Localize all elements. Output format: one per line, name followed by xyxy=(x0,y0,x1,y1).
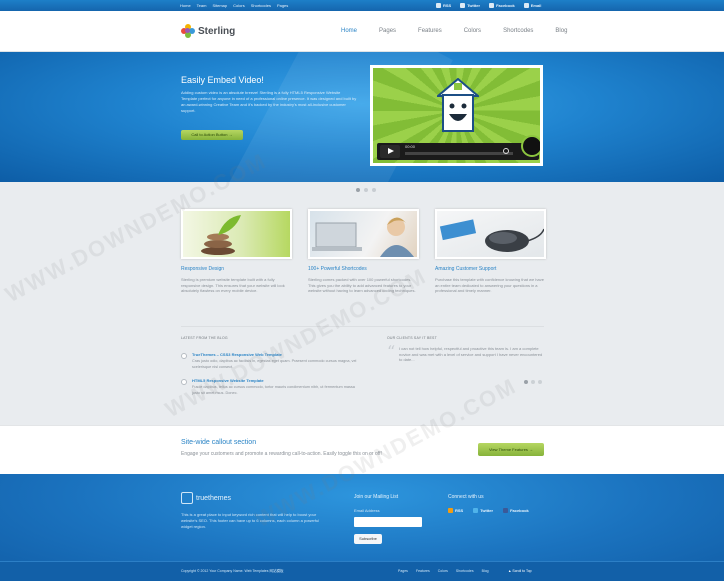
top-link-team[interactable]: Team xyxy=(197,3,207,8)
view-features-button[interactable]: View Theme Features → xyxy=(478,443,544,456)
feature-image-laptop[interactable] xyxy=(308,209,419,259)
top-facebook-link[interactable]: Facebook xyxy=(489,3,515,8)
slider-dot[interactable] xyxy=(372,188,376,192)
hero-body: Adding custom video is an absolute breez… xyxy=(181,90,357,113)
footer-nav-blog[interactable]: Blog xyxy=(482,569,489,573)
logo-text: Sterling xyxy=(198,25,236,37)
top-link-pages[interactable]: Pages xyxy=(277,3,288,8)
nav-shortcodes[interactable]: Shortcodes xyxy=(503,28,533,34)
post-bullet-icon xyxy=(181,379,187,385)
email-label: Email Address xyxy=(354,508,380,513)
testimonials-title: OUR CLIENTS SAY IT BEST xyxy=(387,336,437,340)
facebook-icon xyxy=(503,508,509,513)
top-link-colors[interactable]: Colors xyxy=(233,3,245,8)
nav-colors[interactable]: Colors xyxy=(464,28,481,34)
hero-title: Easily Embed Video! xyxy=(181,75,264,85)
footer-nav-pages[interactable]: Pages xyxy=(398,569,408,573)
testimonial-dot[interactable] xyxy=(538,380,542,384)
nav-blog[interactable]: Blog xyxy=(555,28,567,34)
footer-nav-colors[interactable]: Colors xyxy=(438,569,448,573)
testimonial-dot[interactable] xyxy=(531,380,535,384)
footer-nav: Pages Features Colors Shortcodes Blog xyxy=(398,569,489,573)
video-player[interactable]: 00:00 xyxy=(370,65,543,166)
email-input[interactable] xyxy=(354,517,422,527)
play-icon[interactable] xyxy=(380,145,400,158)
top-link-sitemap[interactable]: Sitemap xyxy=(212,3,227,8)
top-social: RSS Twitter Facebook Email xyxy=(436,3,541,8)
video-progress-track[interactable] xyxy=(405,152,513,155)
subscribe-button[interactable]: Subscribe xyxy=(354,534,382,544)
top-bar: Home Team Sitemap Colors Shortcodes Page… xyxy=(0,0,724,11)
hero-slider: Easily Embed Video! Adding custom video … xyxy=(0,52,724,182)
site-logo[interactable]: Sterling xyxy=(181,24,235,38)
twitter-icon xyxy=(473,508,479,513)
footer-facebook-link[interactable]: Facebook xyxy=(503,508,529,513)
quote-icon: “ xyxy=(387,342,396,361)
footer-rss-link[interactable]: RSS xyxy=(448,508,463,513)
feature-image-mouse[interactable] xyxy=(435,209,546,259)
footer-nav-shortcodes[interactable]: Shortcodes xyxy=(456,569,474,573)
footer-logo[interactable]: truethemes xyxy=(181,492,231,504)
copyright-text: Copyright © 2012 Your Company Name. Web … xyxy=(181,569,284,573)
slider-dot[interactable] xyxy=(356,188,360,192)
feature-support: Amazing Customer Support Purchase this t… xyxy=(435,209,546,294)
hero-cta-button[interactable]: Call to Action Button → xyxy=(181,130,243,140)
twitter-icon xyxy=(460,3,466,8)
feature-title[interactable]: Responsive Design xyxy=(181,266,292,272)
vimeo-logo-icon[interactable] xyxy=(521,135,540,157)
site-header: Sterling Home Pages Features Colors Shor… xyxy=(0,11,724,52)
video-time: 00:00 xyxy=(405,144,416,149)
house-mascot-icon xyxy=(437,78,479,132)
rss-icon xyxy=(448,508,453,513)
video-controls: 00:00 xyxy=(377,135,540,160)
connect-title: Connect with us xyxy=(448,494,484,500)
email-icon xyxy=(523,3,529,8)
top-twitter-link[interactable]: Twitter xyxy=(460,3,480,8)
main-nav: Home Pages Features Colors Shortcodes Bl… xyxy=(341,28,589,34)
feature-text: Sterling is premium website template bui… xyxy=(181,277,285,293)
footer-social: RSS Twitter Facebook xyxy=(448,508,529,513)
top-email-link[interactable]: Email xyxy=(523,3,541,8)
testimonial-dots xyxy=(524,380,542,384)
section-divider xyxy=(181,326,544,327)
callout-title: Site-wide callout section xyxy=(181,439,257,446)
testimonials-section: OUR CLIENTS SAY IT BEST “ I can not tell… xyxy=(387,336,545,363)
truethemes-logo-icon xyxy=(181,492,193,504)
settings-gear-icon[interactable] xyxy=(503,148,509,154)
testimonial-dot[interactable] xyxy=(524,380,528,384)
top-rss-link[interactable]: RSS xyxy=(436,3,451,8)
footer-twitter-link[interactable]: Twitter xyxy=(473,508,493,513)
feature-responsive: Responsive Design Sterling is premium we… xyxy=(181,209,292,294)
scroll-to-top-link[interactable]: ▲ Scroll to Top xyxy=(508,569,532,573)
feature-columns: Responsive Design Sterling is premium we… xyxy=(181,209,546,294)
top-link-shortcodes[interactable]: Shortcodes xyxy=(251,3,271,8)
rss-icon xyxy=(436,3,441,8)
slider-dots xyxy=(356,188,376,192)
feature-text: Purchase this template with confidence k… xyxy=(435,277,544,293)
nav-features[interactable]: Features xyxy=(418,28,442,34)
top-links: Home Team Sitemap Colors Shortcodes Page… xyxy=(180,3,288,8)
footer-logo-text: truethemes xyxy=(196,494,232,502)
slider-dot[interactable] xyxy=(364,188,368,192)
feature-title[interactable]: Amazing Customer Support xyxy=(435,266,546,272)
nav-home[interactable]: Home xyxy=(341,28,357,34)
nav-pages[interactable]: Pages xyxy=(379,28,396,34)
facebook-icon xyxy=(489,3,495,8)
mailing-list-title: Join our Mailing List xyxy=(354,494,399,500)
testimonial-quote: I can not tell how helpful, respectful a… xyxy=(399,346,543,362)
post-bullet-icon xyxy=(181,353,187,359)
top-link-home[interactable]: Home xyxy=(180,3,191,8)
footer-nav-features[interactable]: Features xyxy=(416,569,430,573)
flower-logo-icon xyxy=(181,24,195,38)
feature-image-stones[interactable] xyxy=(181,209,292,259)
footer-bottom-bar: Copyright © 2012 Your Company Name. Web … xyxy=(0,561,724,581)
